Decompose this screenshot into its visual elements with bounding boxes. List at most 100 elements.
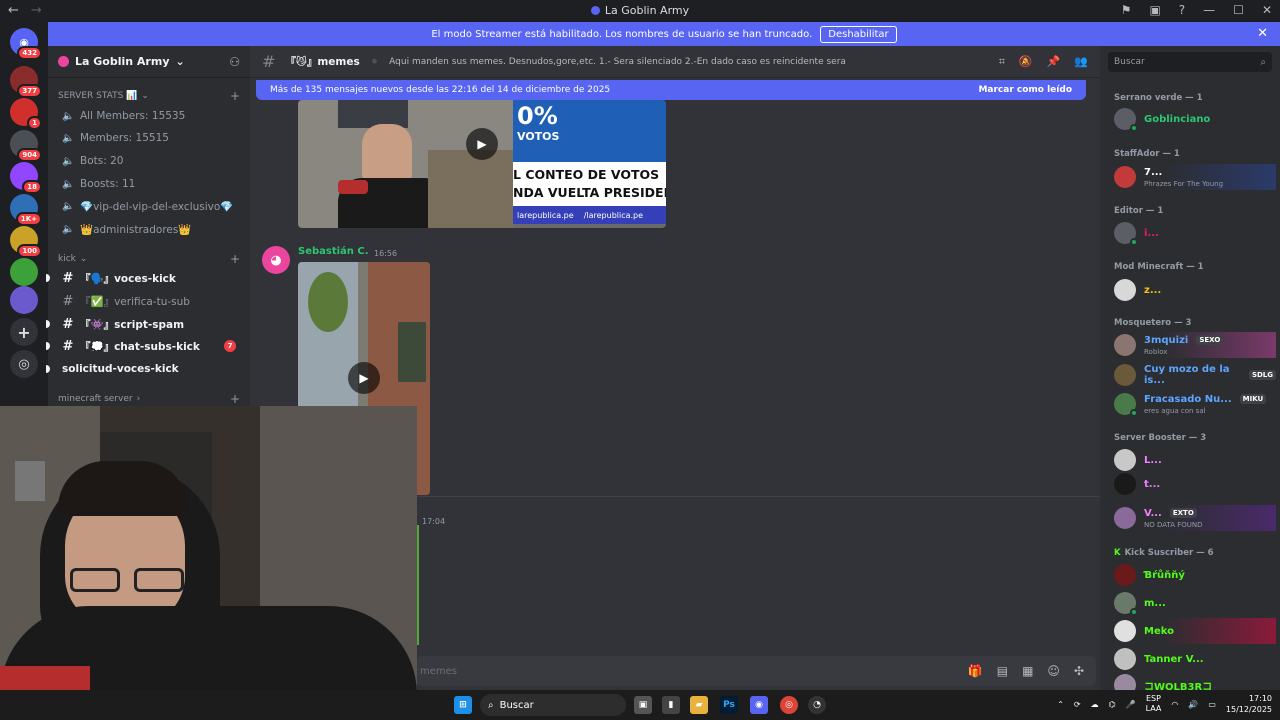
voice-channel[interactable]: 🔈 Members: 15515 bbox=[56, 128, 242, 148]
search-input[interactable]: Buscar ⌕ bbox=[1108, 52, 1272, 72]
voice-channel[interactable]: 🔈 Bots: 20 bbox=[56, 151, 242, 171]
message-author[interactable]: Sebastián C. bbox=[298, 246, 369, 257]
network-icon[interactable]: ⌬ bbox=[1109, 700, 1116, 709]
member-item[interactable]: Meko bbox=[1114, 618, 1276, 644]
quick-switch-icon[interactable]: ▣ bbox=[1149, 3, 1160, 17]
close-icon[interactable]: ✕ bbox=[1257, 26, 1268, 41]
composer-placeholder[interactable]: memes bbox=[420, 666, 457, 677]
text-channel[interactable]: # 『💭』chat-subs-kick 7 bbox=[46, 336, 242, 356]
voice-channel[interactable]: 🔈 👑administradores👑 bbox=[56, 219, 242, 239]
channel-topic[interactable]: Aqui manden sus memes. Desnudos,gore,etc… bbox=[389, 57, 849, 67]
category-minecraft[interactable]: minecraft server › + bbox=[48, 391, 250, 407]
maximize-button[interactable]: ☐ bbox=[1233, 3, 1244, 17]
member-item[interactable]: Cuy mozo de la is... SDLG bbox=[1114, 362, 1276, 388]
member-item[interactable]: L... bbox=[1114, 447, 1276, 473]
member-item[interactable]: V... EXTO NO DATA FOUND bbox=[1114, 505, 1276, 531]
back-arrow-icon[interactable]: ← bbox=[8, 3, 19, 18]
windows-start-icon[interactable]: ⊞ bbox=[454, 696, 472, 714]
person-head bbox=[362, 124, 412, 184]
member-item[interactable]: Fracasado Nu... MIKU eres agua con sal bbox=[1114, 391, 1276, 417]
pin-icon[interactable]: 📌 bbox=[1047, 55, 1061, 69]
server-icon[interactable]: 1K+ bbox=[10, 194, 42, 226]
video-embed[interactable]: 0% VOTOS L CONTEO DE VOTOS NDA VUELTA PR… bbox=[298, 100, 666, 228]
text-channel[interactable]: solicitud-voces-kick bbox=[46, 359, 242, 379]
threads-icon[interactable]: ⌗ bbox=[999, 55, 1005, 69]
add-channel-icon[interactable]: + bbox=[230, 89, 240, 103]
minimize-button[interactable]: — bbox=[1203, 3, 1215, 17]
text-channel[interactable]: # 『🗣️』voces-kick bbox=[46, 268, 242, 288]
avatar bbox=[1114, 620, 1136, 642]
member-item[interactable]: t... bbox=[1114, 471, 1276, 497]
add-server-icon[interactable]: + bbox=[10, 318, 38, 346]
wifi-icon[interactable]: ◠ bbox=[1171, 700, 1178, 709]
volume-icon[interactable]: 🔊 bbox=[1188, 700, 1198, 709]
invite-people-icon[interactable]: ⚇ bbox=[229, 55, 240, 69]
disable-streamer-button[interactable]: Deshabilitar bbox=[820, 25, 897, 43]
inbox-flag-icon[interactable]: ⚑ bbox=[1121, 3, 1132, 17]
server-icon[interactable] bbox=[10, 258, 38, 286]
member-item[interactable]: i... bbox=[1114, 220, 1276, 246]
task-view-icon[interactable]: ▣ bbox=[634, 696, 652, 714]
member-item[interactable]: 7... Phrazes For The Young bbox=[1114, 164, 1276, 190]
mic-icon[interactable]: 🎤 bbox=[1126, 700, 1136, 709]
help-icon[interactable]: ? bbox=[1179, 3, 1185, 17]
cloud-icon[interactable]: ☁ bbox=[1091, 700, 1099, 709]
battery-icon[interactable]: ▭ bbox=[1208, 700, 1216, 709]
new-messages-bar[interactable]: Más de 135 mensajes nuevos desde las 22:… bbox=[256, 80, 1086, 100]
member-item[interactable]: 3mquizi SEXO Roblox bbox=[1114, 332, 1276, 358]
server-icon[interactable]: 18 bbox=[10, 162, 42, 194]
guild-header[interactable]: La Goblin Army ⌄ ⚇ bbox=[48, 46, 250, 78]
role-group-header: StaffAdor — 1 bbox=[1114, 149, 1180, 159]
member-item[interactable]: z... bbox=[1114, 277, 1276, 303]
sticker-icon[interactable]: ▦ bbox=[1022, 664, 1033, 678]
add-channel-icon[interactable]: + bbox=[230, 252, 240, 266]
taskbar-search[interactable]: ⌕ Buscar bbox=[480, 694, 626, 716]
mark-read-button[interactable]: Marcar como leído bbox=[978, 85, 1072, 95]
server-icon[interactable] bbox=[10, 286, 38, 314]
title-bar: ← → La Goblin Army ⚑ ▣ ? — ☐ ✕ bbox=[0, 0, 1280, 22]
member-item[interactable]: m... bbox=[1114, 590, 1276, 616]
play-icon[interactable]: ▶ bbox=[466, 128, 498, 160]
server-icon[interactable]: 1 bbox=[10, 98, 42, 130]
category-server-stats[interactable]: SERVER STATS 📊 ⌄ + bbox=[48, 88, 250, 104]
emoji-icon[interactable]: ☺ bbox=[1047, 664, 1060, 678]
text-channel[interactable]: # 『✅』verifica-tu-sub bbox=[56, 291, 242, 311]
chevron-up-icon[interactable]: ⌃ bbox=[1057, 700, 1064, 709]
member-list-icon[interactable]: 👥 bbox=[1074, 55, 1088, 69]
server-home[interactable]: ◉ 432 bbox=[10, 28, 42, 60]
gif-icon[interactable]: ▤ bbox=[997, 664, 1008, 678]
sync-icon[interactable]: ⟳ bbox=[1074, 700, 1081, 709]
notification-bell-icon[interactable]: 🔕 bbox=[1019, 55, 1033, 69]
play-icon[interactable]: ▶ bbox=[348, 362, 380, 394]
chrome-icon[interactable]: ◎ bbox=[780, 696, 798, 714]
member-name: Cuy mozo de la is... bbox=[1144, 364, 1230, 386]
apps-icon[interactable]: ✣ bbox=[1074, 664, 1084, 678]
member-item[interactable]: Ɓŕůňňý bbox=[1114, 562, 1276, 588]
close-window-button[interactable]: ✕ bbox=[1262, 3, 1272, 17]
obs-icon[interactable]: ◔ bbox=[808, 696, 826, 714]
server-icon[interactable]: 904 bbox=[10, 130, 42, 162]
file-explorer-icon[interactable]: ▰ bbox=[690, 696, 708, 714]
voice-channel[interactable]: 🔈 All Members: 15535 bbox=[56, 106, 242, 126]
member-item[interactable]: Goblinciano bbox=[1114, 106, 1276, 132]
gift-icon[interactable]: 🎁 bbox=[968, 664, 983, 678]
message-composer[interactable]: memes 🎁 ▤ ▦ ☺ ✣ bbox=[416, 656, 1096, 686]
clock[interactable]: 17:10 15/12/2025 bbox=[1226, 693, 1272, 715]
discord-icon[interactable]: ◉ bbox=[750, 696, 768, 714]
category-kick[interactable]: kick ⌄ + bbox=[48, 251, 250, 267]
add-channel-icon[interactable]: + bbox=[230, 392, 240, 406]
text-channel[interactable]: # 『👾』script-spam bbox=[46, 314, 242, 334]
voice-channel[interactable]: 🔈 💎vip-del-vip-del-exclusivo💎 bbox=[56, 196, 242, 216]
discover-icon[interactable]: ◎ bbox=[10, 350, 38, 378]
language-indicator[interactable]: ESP LAA bbox=[1146, 694, 1162, 714]
avatar[interactable]: ◕ bbox=[262, 246, 290, 274]
app-icon[interactable]: ▮ bbox=[662, 696, 680, 714]
server-icon[interactable]: 100 bbox=[10, 226, 42, 258]
forward-arrow-icon[interactable]: → bbox=[31, 3, 42, 18]
member-name: Ɓŕůňňý bbox=[1144, 569, 1185, 581]
voice-channel[interactable]: 🔈 Boosts: 11 bbox=[56, 174, 242, 194]
photoshop-icon[interactable]: Ps bbox=[720, 696, 738, 714]
member-item[interactable]: Tanner V... bbox=[1114, 646, 1276, 672]
votos-percent: 0% bbox=[517, 102, 558, 130]
server-icon[interactable]: 377 bbox=[10, 66, 42, 98]
